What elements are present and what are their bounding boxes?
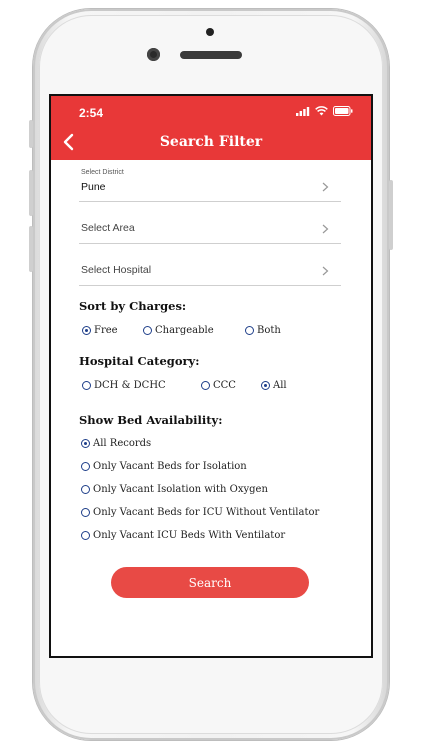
sort-option-label: Both <box>257 325 281 336</box>
header-bar: 2:54 Search Filter <box>51 96 371 160</box>
app-screen: 2:54 Search Filter Select District Pune … <box>49 94 373 658</box>
radio-unselected[interactable] <box>201 381 210 390</box>
signal-icon <box>296 106 310 116</box>
district-value: Pune <box>81 181 106 193</box>
bed-availability-heading: Show Bed Availability: <box>79 413 223 427</box>
bed-option-isolation-oxygen[interactable]: Only Vacant Isolation with Oxygen <box>81 484 268 495</box>
proximity-sensor <box>206 28 214 36</box>
power-button <box>389 180 393 250</box>
status-icons <box>296 106 353 116</box>
volume-up-button <box>29 170 33 216</box>
page-title: Search Filter <box>159 134 263 150</box>
bed-option-icu-without-ventilator[interactable]: Only Vacant Beds for ICU Without Ventila… <box>81 507 319 518</box>
radio-unselected[interactable] <box>81 485 90 494</box>
bed-option-all-records[interactable]: All Records <box>81 438 151 449</box>
bed-option-icu-with-ventilator[interactable]: Only Vacant ICU Beds With Ventilator <box>81 530 285 541</box>
chevron-right-icon <box>322 266 329 276</box>
search-button[interactable]: Search <box>111 567 309 598</box>
bed-option-label: Only Vacant Beds for Isolation <box>93 461 247 472</box>
area-placeholder: Select Area <box>81 222 135 234</box>
battery-icon <box>333 106 353 116</box>
chevron-right-icon <box>322 224 329 234</box>
earpiece-speaker <box>180 51 242 59</box>
sort-option-free[interactable]: Free <box>82 325 118 336</box>
category-option-label: DCH & DCHC <box>94 380 166 391</box>
district-select[interactable]: Select District Pune <box>79 169 341 202</box>
bed-option-label: Only Vacant ICU Beds With Ventilator <box>93 530 286 541</box>
radio-selected[interactable] <box>81 439 90 448</box>
radio-selected[interactable] <box>261 381 270 390</box>
bed-option-label: Only Vacant Beds for ICU Without Ventila… <box>93 507 320 518</box>
hospital-category-heading: Hospital Category: <box>79 354 200 368</box>
radio-unselected[interactable] <box>245 326 254 335</box>
sort-option-label: Chargeable <box>155 325 214 336</box>
chevron-right-icon <box>322 182 329 192</box>
radio-selected[interactable] <box>82 326 91 335</box>
sort-charges-heading: Sort by Charges: <box>79 299 187 313</box>
bed-option-isolation[interactable]: Only Vacant Beds for Isolation <box>81 461 247 472</box>
radio-unselected[interactable] <box>82 381 91 390</box>
hospital-select[interactable]: Select Hospital <box>79 256 341 286</box>
sort-option-both[interactable]: Both <box>245 325 281 336</box>
sort-option-label: Free <box>94 325 118 336</box>
district-label: Select District <box>81 169 124 176</box>
category-option-label: All <box>273 380 287 391</box>
area-select[interactable]: Select Area <box>79 214 341 244</box>
category-option-label: CCC <box>213 380 236 391</box>
category-option-all[interactable]: All <box>261 380 287 391</box>
radio-unselected[interactable] <box>81 462 90 471</box>
radio-unselected[interactable] <box>81 508 90 517</box>
front-camera <box>147 48 160 61</box>
category-option-dch[interactable]: DCH & DCHC <box>82 380 166 391</box>
bed-option-label: All Records <box>93 438 152 449</box>
status-time: 2:54 <box>79 106 104 120</box>
radio-unselected[interactable] <box>81 531 90 540</box>
radio-unselected[interactable] <box>143 326 152 335</box>
mute-switch <box>29 120 33 148</box>
hospital-placeholder: Select Hospital <box>81 264 152 276</box>
volume-down-button <box>29 226 33 272</box>
category-option-ccc[interactable]: CCC <box>201 380 236 391</box>
sort-option-chargeable[interactable]: Chargeable <box>143 325 214 336</box>
bed-option-label: Only Vacant Isolation with Oxygen <box>93 484 268 495</box>
wifi-icon <box>315 106 328 116</box>
